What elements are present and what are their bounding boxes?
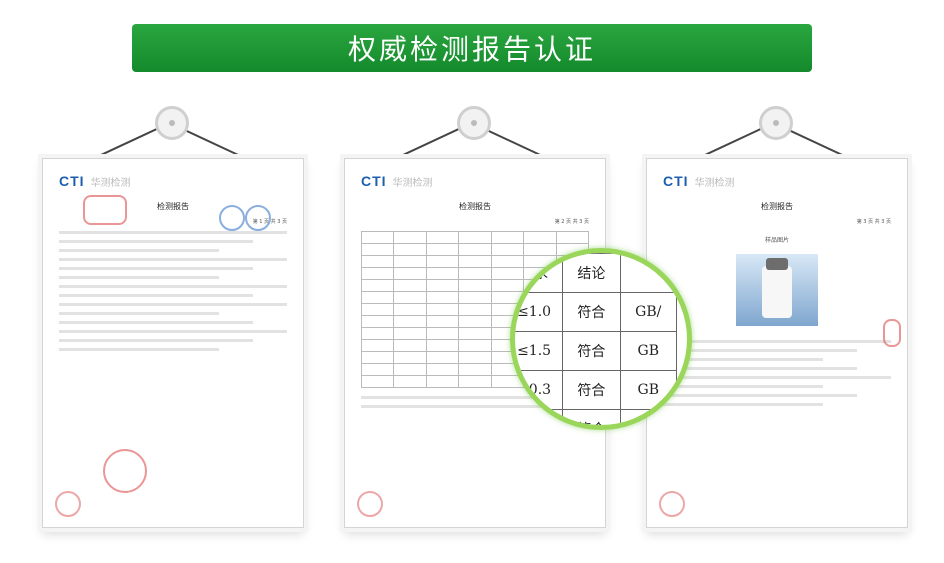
cti-logo: CTI 华测检测 [361,173,433,189]
magnified-table: 要求 结论 ≤1.0 符合 GB/ ≤1.5 符合 GB ≤0.3 符合 GB … [515,253,678,425]
magnifier-lens: 要求 结论 ≤1.0 符合 GB/ ≤1.5 符合 GB ≤0.3 符合 GB … [510,248,692,430]
cti-logo: CTI 华测检测 [663,173,735,189]
footer-seal-icon [659,491,685,517]
page-number: 第 3 页 共 3 页 [856,219,891,225]
hanging-ring-icon [759,106,793,140]
hanging-ring-icon [457,106,491,140]
hanging-ring-icon [155,106,189,140]
ilac-mark-icon [219,205,245,231]
report-title: 检测报告 [459,202,491,211]
report-document-1: CTI 华测检测 检测报告 第 1 页 共 3 页 [42,158,304,528]
sample-photo [736,254,818,326]
cma-stamp-icon [83,195,127,225]
header-banner: 权威检测报告认证 [132,24,812,72]
official-seal-icon [103,449,147,493]
banner-title: 权威检测报告认证 [347,33,596,66]
report-frame-1: CTI 华测检测 检测报告 第 1 页 共 3 页 [40,100,304,540]
report-title: 检测报告 [761,202,793,211]
footer-seal-icon [357,491,383,517]
sample-title: 样品图片 [764,237,789,244]
bottle-image [762,258,792,318]
page-number: 第 2 页 共 3 页 [554,219,589,225]
cnas-mark-icon [245,205,271,231]
footer-seal-icon [55,491,81,517]
edge-seal-icon [883,319,901,347]
cti-logo: CTI 华测检测 [59,173,131,189]
